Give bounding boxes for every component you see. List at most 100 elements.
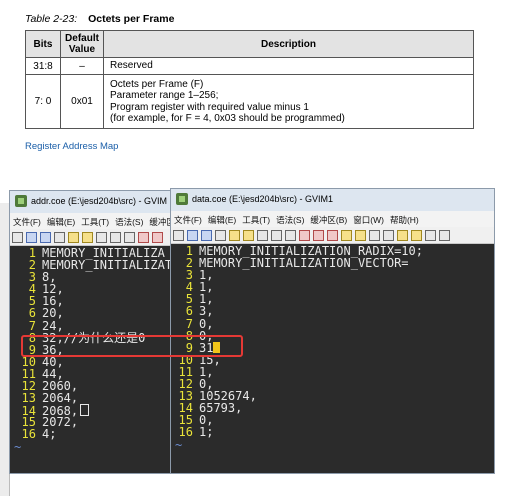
line-text: MEMORY_INITIALIZAT: [42, 258, 170, 273]
redo-icon[interactable]: [243, 230, 254, 241]
find-help-icon[interactable]: [439, 230, 450, 241]
code-line: 4 1,: [171, 281, 494, 293]
cut-icon[interactable]: [96, 232, 107, 243]
gvim-window-data[interactable]: data.coe (E:\jesd204b\src) - GVIM1 文件(F)…: [170, 188, 495, 474]
empty-line-marker: ~: [14, 439, 22, 454]
print-icon[interactable]: [215, 230, 226, 241]
toolbar: [171, 227, 494, 244]
title-bar[interactable]: addr.coe (E:\jesd204b\src) - GVIM: [10, 191, 170, 213]
code-line: 7 24,: [10, 318, 170, 333]
menu-buffers[interactable]: 缓冲区(B): [307, 211, 350, 226]
table-row: 7: 0 0x01 Octets per Frame (F) Parameter…: [25, 74, 474, 129]
save-icon[interactable]: [26, 232, 37, 243]
menu-window[interactable]: 窗口(W): [350, 211, 387, 226]
help-icon[interactable]: [425, 230, 436, 241]
run-script-icon[interactable]: [369, 230, 380, 241]
find-next-icon[interactable]: [313, 230, 324, 241]
menu-help[interactable]: 帮助(H): [387, 211, 422, 226]
menu-edit[interactable]: 编辑(E): [44, 213, 78, 228]
cell-bits: 31:8: [25, 57, 61, 75]
save-all-icon[interactable]: [201, 230, 212, 241]
description-line: Program register with required value min…: [110, 101, 309, 113]
open-icon[interactable]: [12, 232, 23, 243]
register-address-map-link[interactable]: Register Address Map: [25, 141, 118, 152]
description-line: Reserved: [110, 60, 153, 72]
gvim-app-icon: [15, 195, 27, 207]
editor-area[interactable]: 1 MEMORY_INITIALIZA 2 MEMORY_INITIALIZAT 3…: [10, 246, 170, 473]
find-next-icon[interactable]: [152, 232, 163, 243]
redo-icon[interactable]: [82, 232, 93, 243]
cell-default: –: [60, 57, 104, 75]
undo-icon[interactable]: [68, 232, 79, 243]
save-session-icon[interactable]: [355, 230, 366, 241]
line-number: 6: [28, 306, 36, 321]
line-number: 16: [178, 425, 193, 440]
jump-icon[interactable]: [411, 230, 422, 241]
code-line: 13 2064,: [10, 392, 170, 404]
editor-area[interactable]: 1 MEMORY_INITIALIZATION_RADIX=10; 2 MEMORY…: [171, 244, 494, 473]
code-line: 16 4;: [10, 428, 170, 440]
toolbar: [10, 229, 170, 246]
table-number: Table 2-23:: [25, 13, 78, 25]
find-prev-icon[interactable]: [327, 230, 338, 241]
menu-buffers[interactable]: 缓冲区: [146, 213, 170, 228]
undo-icon[interactable]: [229, 230, 240, 241]
paste-icon[interactable]: [124, 232, 135, 243]
copy-icon[interactable]: [110, 232, 121, 243]
code-line: 11 1,: [171, 366, 494, 378]
description-line: Octets per Frame (F): [110, 78, 204, 90]
menu-bar: 文件(F) 编辑(E) 工具(T) 语法(S) 缓冲区(B) 窗口(W) 帮助(H): [171, 211, 494, 227]
print-icon[interactable]: [54, 232, 65, 243]
cell-description: Reserved: [103, 57, 474, 75]
title-bar[interactable]: data.coe (E:\jesd204b\src) - GVIM1: [171, 189, 494, 211]
menu-syntax[interactable]: 语法(S): [112, 213, 146, 228]
menu-tools[interactable]: 工具(T): [78, 213, 112, 228]
line-text: MEMORY_INITIALIZATION_VECTOR=: [199, 256, 409, 271]
load-session-icon[interactable]: [341, 230, 352, 241]
code-line: 16 1;: [171, 426, 494, 438]
description-line: Parameter range 1–256;: [110, 90, 219, 101]
header-default-value: Default Value: [60, 30, 104, 58]
line-number: 13: [21, 391, 36, 406]
text-cursor: [80, 404, 90, 417]
line-text: 1;: [199, 425, 214, 440]
table-row: 31:8 – Reserved: [25, 57, 474, 75]
menu-bar: 文件(F)编辑(E)工具(T)语法(S)缓冲区: [10, 213, 170, 229]
code-line: 6 20,: [10, 307, 170, 319]
code-line: 3 1,: [171, 269, 494, 281]
line-number: 7: [185, 316, 193, 331]
octets-table: Bits Default Value Description 31:8 – Re…: [25, 30, 474, 129]
window-title: data.coe (E:\jesd204b\src) - GVIM1: [192, 194, 334, 204]
empty-line-marker: ~: [175, 437, 183, 452]
gvim-window-addr[interactable]: addr.coe (E:\jesd204b\src) - GVIM 文件(F) 编…: [9, 190, 171, 474]
line-number: 7: [28, 318, 36, 333]
find-replace-icon[interactable]: [138, 232, 149, 243]
code-line: 15 0,: [171, 414, 494, 426]
open-icon[interactable]: [173, 230, 184, 241]
make-icon[interactable]: [383, 230, 394, 241]
table-caption: Table 2-23: Octets per Frame: [25, 13, 174, 25]
window-title: addr.coe (E:\jesd204b\src) - GVIM: [31, 196, 168, 206]
menu-file[interactable]: 文件(F): [10, 213, 44, 228]
paste-icon[interactable]: [285, 230, 296, 241]
copy-icon[interactable]: [271, 230, 282, 241]
header-bits: Bits: [25, 30, 61, 58]
menu-syntax[interactable]: 语法(S): [273, 211, 307, 226]
table-header-row: Bits Default Value Description: [25, 30, 474, 58]
menu-tools[interactable]: 工具(T): [239, 211, 273, 226]
line-text: 4;: [42, 427, 57, 442]
tags-icon[interactable]: [397, 230, 408, 241]
code-line: 5 1,: [171, 293, 494, 305]
menu-edit[interactable]: 编辑(E): [205, 211, 239, 226]
menu-file[interactable]: 文件(F): [171, 211, 205, 226]
save-all-icon[interactable]: [40, 232, 51, 243]
header-description: Description: [103, 30, 474, 58]
cell-description: Octets per Frame (F) Parameter range 1–2…: [103, 74, 474, 129]
cut-icon[interactable]: [257, 230, 268, 241]
code-line: 2 MEMORY_INITIALIZATION_VECTOR=: [171, 257, 494, 269]
find-replace-icon[interactable]: [299, 230, 310, 241]
gvim-app-icon: [176, 193, 188, 205]
save-icon[interactable]: [187, 230, 198, 241]
description-line: (for example, for F = 4, 0x03 should be …: [110, 113, 345, 124]
line-text: 2064,: [42, 391, 79, 406]
